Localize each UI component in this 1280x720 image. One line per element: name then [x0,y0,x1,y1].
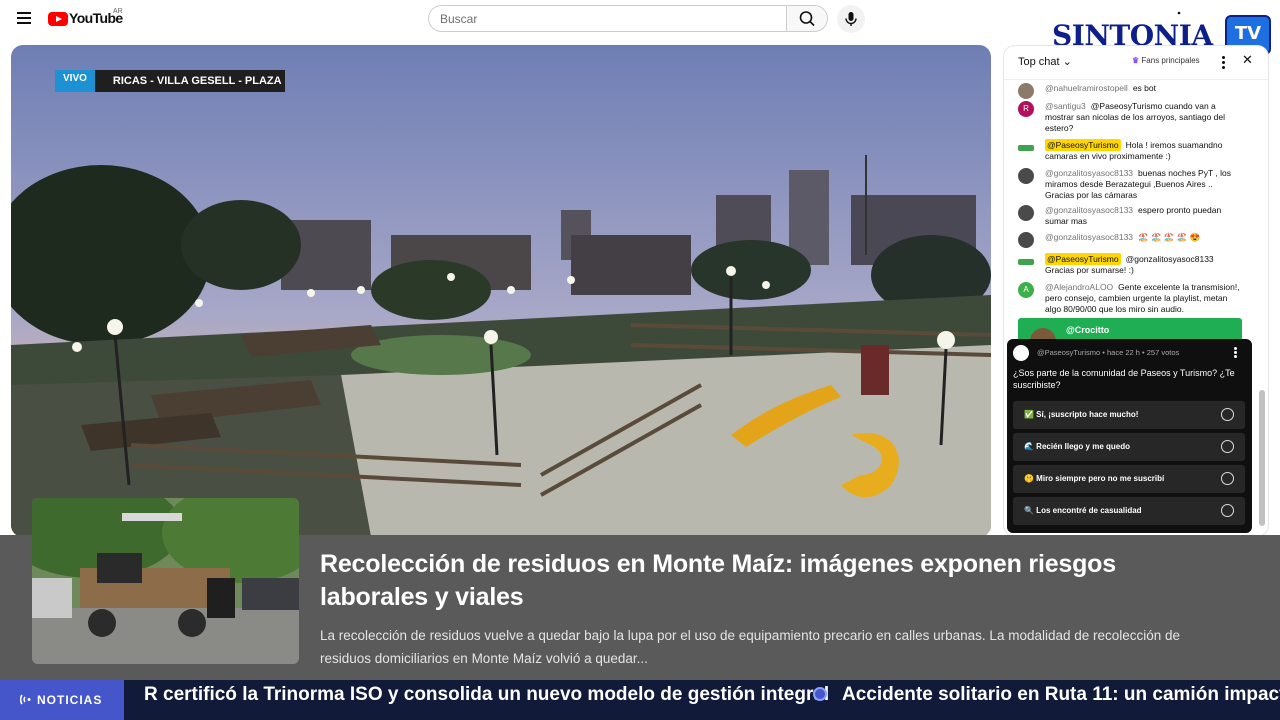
ticker-label-text: NOTICIAS [37,693,103,707]
poll-option-label: 🔍 Los encontré de casualidad [1024,506,1142,515]
live-title: RICAS - VILLA GESELL - PLAZA [94,70,285,92]
ticker-item[interactable]: R certificó la Trinorma ISO y consolida … [144,680,829,710]
chat-message: R @santigu3 @PaseosyTurismo cuando van a … [1018,101,1242,134]
chat-author[interactable]: @AlejandroALOO [1045,282,1113,292]
poll-more-icon[interactable] [1232,346,1238,360]
close-icon[interactable]: ✕ [1242,52,1253,68]
poll-option[interactable]: 🤫 Miro siempre pero no me suscribí [1013,465,1245,493]
ticker-scroll: R certificó la Trinorma ISO y consolida … [124,680,1280,720]
search-input[interactable] [428,5,786,32]
video-player[interactable]: VIVO RICAS - VILLA GESELL - PLAZA [11,45,991,537]
chat-author[interactable]: @PaseosyTurismo [1045,253,1121,265]
avatar[interactable] [1018,145,1034,151]
avatar[interactable] [1018,259,1034,265]
chevron-down-icon: ⌄ [1062,56,1072,68]
chat-header: Top chat ⌄ ♛ Fans principales ✕ [1004,46,1268,80]
search-icon [799,11,815,27]
ticker-separator-icon [813,687,827,701]
chat-mode-dropdown[interactable]: Top chat ⌄ [1018,55,1072,68]
chat-message: @gonzalitosyasoc8133 🏖️ 🏖️ 🏖️ 🏖️ 😍 [1018,232,1242,248]
country-code: AR [113,8,123,15]
chat-author[interactable]: @gonzalitosyasoc8133 [1045,232,1133,242]
chat-text: es bot [1132,83,1156,93]
poll-option[interactable]: 🌊 Recién llego y me quedo [1013,433,1245,461]
garbage-truck-photo [32,498,299,664]
chat-message: @gonzalitosyasoc8133 espero pronto puedan… [1018,205,1242,227]
chat-more-icon[interactable] [1219,54,1227,70]
ticker-item[interactable]: Accidente solitario en Ruta 11: un camió… [842,680,1280,710]
fans-filter-button[interactable]: ♛ Fans principales [1132,56,1200,65]
avatar[interactable] [1018,83,1034,99]
chat-message: @PaseosyTurismo @gonzalitosyasoc8133 Grac… [1018,253,1242,276]
poll-option-label: 🌊 Recién llego y me quedo [1024,442,1130,451]
menu-icon[interactable] [12,9,36,31]
crown-icon: ♛ [1132,56,1140,65]
poll-author[interactable]: @PaseosyTurismo [1037,348,1100,357]
chat-message: A @AlejandroALOO Gente excelente la trans… [1018,282,1242,315]
radio-icon [1221,504,1234,517]
chat-author[interactable]: @PaseosyTurismo [1045,139,1121,151]
search-button[interactable] [786,5,828,32]
avatar[interactable] [1018,205,1034,221]
chat-author[interactable]: @santigu3 [1045,101,1086,111]
poll-option-label: ✅ Sí, ¡suscripto hace mucho! [1024,410,1139,419]
broadcast-icon [19,694,31,705]
chat-text: 🏖️ 🏖️ 🏖️ 🏖️ 😍 [1138,232,1201,242]
avatar [1013,345,1029,361]
news-thumbnail[interactable] [32,498,299,664]
chat-message: @gonzalitosyasoc8133 buenas noches PyT , … [1018,168,1242,201]
live-banner: VIVO RICAS - VILLA GESELL - PLAZA [55,70,285,92]
fans-label: Fans principales [1141,56,1200,65]
radio-icon [1221,472,1234,485]
poll-option[interactable]: 🔍 Los encontré de casualidad [1013,497,1245,525]
play-icon [48,12,68,26]
chat-message: @PaseosyTurismo Hola ! iremos suamandno c… [1018,139,1242,162]
radio-icon [1221,408,1234,421]
avatar[interactable] [1018,232,1034,248]
highlight-author: @Crocitto [1066,325,1110,335]
news-summary: La recolección de residuos vuelve a qued… [320,628,1181,666]
radio-icon [1221,440,1234,453]
live-camera-scene [11,45,991,537]
chat-mode-label: Top chat [1018,56,1060,68]
avatar[interactable]: R [1018,101,1034,117]
poll-votes: 257 votos [1146,348,1180,357]
avatar[interactable] [1018,168,1034,184]
chat-message: @nahuelramirostopell es bot [1018,83,1242,99]
poll-question: ¿Sos parte de la comunidad de Paseos y T… [1013,368,1235,390]
ticker-label: NOTICIAS [0,680,124,720]
news-headline[interactable]: Recolección de residuos en Monte Maíz: i… [320,548,1220,614]
chat-author[interactable]: @gonzalitosyasoc8133 [1045,205,1133,215]
poll-meta: @PaseosyTurismo • hace 22 h • 257 votos [1037,348,1180,357]
chat-author[interactable]: @nahuelramirostopell [1045,83,1128,93]
poll-option-label: 🤫 Miro siempre pero no me suscribí [1024,474,1165,483]
poll-card: @PaseosyTurismo • hace 22 h • 257 votos … [1007,339,1252,533]
live-badge: VIVO [55,70,95,92]
live-title-text: RICAS - VILLA GESELL - PLAZA [112,75,282,87]
avatar[interactable]: A [1018,282,1034,298]
microphone-icon [845,12,857,26]
chat-author[interactable]: @gonzalitosyasoc8133 [1045,168,1133,178]
voice-search-button[interactable] [837,5,865,33]
chat-scrollbar[interactable] [1259,390,1265,526]
poll-option[interactable]: ✅ Sí, ¡suscripto hace mucho! [1013,401,1245,429]
news-ticker: NOTICIAS R certificó la Trinorma ISO y c… [0,680,1280,720]
poll-time: hace 22 h [1106,348,1140,357]
